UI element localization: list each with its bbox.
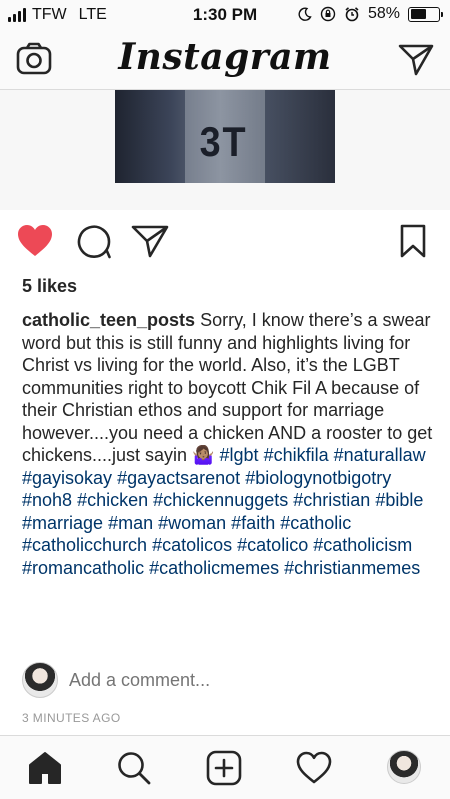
heart-icon[interactable]: [16, 222, 54, 260]
activity-heart-icon[interactable]: [296, 750, 332, 786]
instagram-logo: Instagram: [118, 36, 332, 78]
hashtag-link[interactable]: #romancatholic: [22, 558, 144, 578]
bookmark-icon[interactable]: [394, 222, 432, 260]
jersey-number: 3T: [199, 118, 248, 165]
hashtag-link[interactable]: #catholic: [280, 513, 351, 533]
caption-username[interactable]: catholic_teen_posts: [22, 310, 195, 330]
hashtag-link[interactable]: #gayactsarenot: [117, 468, 240, 488]
hashtag-link[interactable]: #man: [108, 513, 153, 533]
hashtag-link[interactable]: #chikfila: [264, 445, 329, 465]
direct-message-icon[interactable]: [398, 42, 434, 76]
battery-percent: 58%: [367, 5, 400, 22]
hashtag-link[interactable]: #catholicism: [313, 535, 412, 555]
alarm-icon: [345, 7, 359, 22]
hashtag-link[interactable]: #noh8: [22, 490, 72, 510]
battery-icon: [408, 6, 443, 22]
hashtag-link[interactable]: #biologynotbigotry: [245, 468, 391, 488]
hashtag-link[interactable]: #lgbt: [220, 445, 259, 465]
rotation-lock-icon: [320, 6, 336, 22]
hashtag-link[interactable]: #woman: [158, 513, 226, 533]
caption-text: Sorry, I know there’s a swear word but t…: [22, 310, 433, 465]
post-timestamp: 3 MINUTES AGO: [22, 711, 121, 725]
add-comment-row: [22, 660, 434, 700]
profile-tab[interactable]: [387, 750, 423, 786]
hashtag-link[interactable]: #chicken: [77, 490, 148, 510]
hashtag-link[interactable]: #christian: [293, 490, 370, 510]
hashtag-link[interactable]: #gayisokay: [22, 468, 112, 488]
post-actions: [0, 222, 450, 264]
hashtag-link[interactable]: #christianmemes: [284, 558, 420, 578]
hashtag-link[interactable]: #bible: [375, 490, 423, 510]
share-icon[interactable]: [131, 222, 169, 260]
likes-count[interactable]: 5 likes: [22, 276, 77, 297]
hashtag-link[interactable]: #marriage: [22, 513, 103, 533]
user-avatar: [22, 662, 58, 698]
hashtag-link[interactable]: #naturallaw: [334, 445, 426, 465]
nav-header: Instagram: [0, 30, 450, 90]
add-post-icon[interactable]: [206, 750, 242, 786]
status-bar: TFW LTE 1:30 PM 58%: [0, 0, 450, 30]
search-icon[interactable]: [116, 750, 152, 786]
post-media[interactable]: 3T: [0, 90, 450, 210]
hashtag-link[interactable]: #catholicchurch: [22, 535, 147, 555]
hashtag-link[interactable]: #catholicmemes: [149, 558, 279, 578]
status-right: 58%: [298, 5, 443, 23]
post-caption: catholic_teen_posts Sorry, I know there’…: [22, 309, 434, 579]
post-image[interactable]: 3T: [115, 90, 335, 183]
hashtag-link[interactable]: #faith: [231, 513, 275, 533]
profile-avatar[interactable]: [387, 750, 421, 784]
moon-icon: [298, 7, 312, 21]
home-icon[interactable]: [27, 750, 63, 786]
comment-input[interactable]: [69, 669, 369, 691]
hashtag-link[interactable]: #catolicos: [152, 535, 232, 555]
hashtag-link[interactable]: #catolico: [237, 535, 308, 555]
bottom-tab-bar: [0, 735, 450, 799]
comment-icon[interactable]: [75, 222, 113, 260]
hashtag-link[interactable]: #chickennuggets: [153, 490, 288, 510]
